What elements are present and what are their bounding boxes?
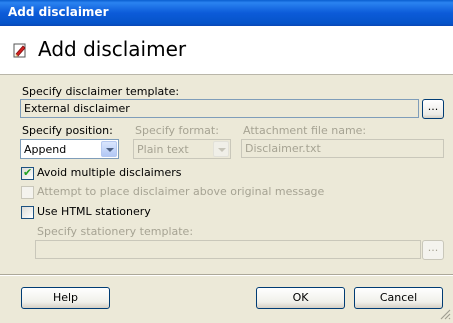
browse-template-button[interactable]: ... (422, 99, 444, 119)
edit-disclaimer-icon (13, 42, 27, 58)
title-bar[interactable]: Add disclaimer (0, 0, 453, 26)
dialog-header: Add disclaimer (0, 26, 453, 75)
resize-grip-icon[interactable] (439, 308, 451, 320)
avoid-multiple-checkbox[interactable]: ✔ (21, 166, 34, 180)
position-label: Specify position: (22, 124, 113, 137)
page-title: Add disclaimer (38, 37, 187, 61)
chevron-down-icon[interactable] (213, 141, 229, 157)
position-value: Append (24, 143, 67, 156)
template-label: Specify disclaimer template: (22, 85, 180, 98)
ok-button[interactable]: OK (256, 287, 345, 309)
cancel-button[interactable]: Cancel (354, 287, 443, 309)
disclaimer-template-field[interactable]: External disclaimer (20, 99, 419, 118)
position-select[interactable]: Append (20, 139, 119, 159)
format-select[interactable]: Plain text (133, 139, 231, 159)
window-title: Add disclaimer (8, 5, 109, 19)
use-html-stationery-label[interactable]: Use HTML stationery (37, 205, 151, 218)
place-above-label[interactable]: Attempt to place disclaimer above origin… (37, 185, 324, 198)
attachment-filename-field[interactable]: Disclaimer.txt (241, 139, 444, 158)
help-button[interactable]: Help (21, 287, 110, 309)
stationery-template-label: Specify stationery template: (37, 225, 194, 238)
attachment-label: Attachment file name: (243, 124, 367, 137)
format-label: Specify format: (135, 124, 219, 137)
separator (0, 274, 453, 276)
avoid-multiple-label[interactable]: Avoid multiple disclaimers (37, 166, 181, 179)
browse-stationery-button[interactable]: ... (422, 240, 444, 260)
checkmark-icon: ✔ (23, 166, 33, 179)
add-disclaimer-dialog: Add disclaimer Add disclaimer Specify di… (0, 0, 453, 322)
stationery-template-field[interactable] (35, 240, 421, 259)
place-above-checkbox[interactable] (21, 186, 34, 199)
format-value: Plain text (137, 143, 189, 156)
use-html-stationery-checkbox[interactable] (21, 206, 34, 219)
chevron-down-icon[interactable] (101, 141, 117, 157)
